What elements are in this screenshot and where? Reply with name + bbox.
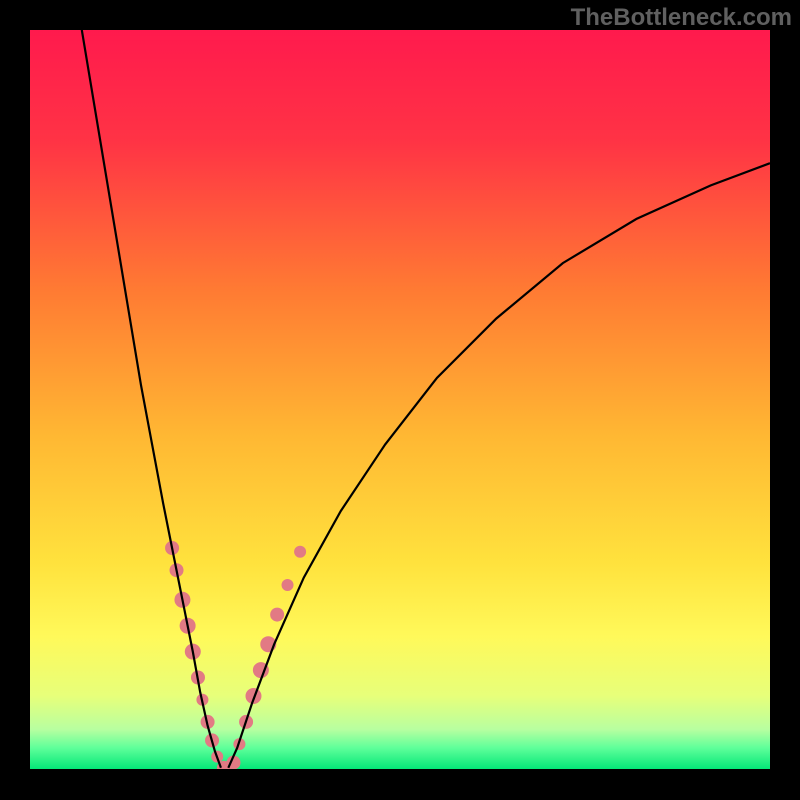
watermark-text: TheBottleneck.com <box>571 4 792 32</box>
data-dot <box>282 579 294 591</box>
plot-area <box>30 30 770 770</box>
dots-layer <box>165 541 306 770</box>
chart-frame: TheBottleneck.com <box>0 0 800 800</box>
curve-left-branch <box>82 30 221 768</box>
data-dot <box>294 546 306 558</box>
curve-right-branch <box>228 163 770 768</box>
curve-overlay <box>30 30 770 770</box>
data-dot <box>270 608 284 622</box>
